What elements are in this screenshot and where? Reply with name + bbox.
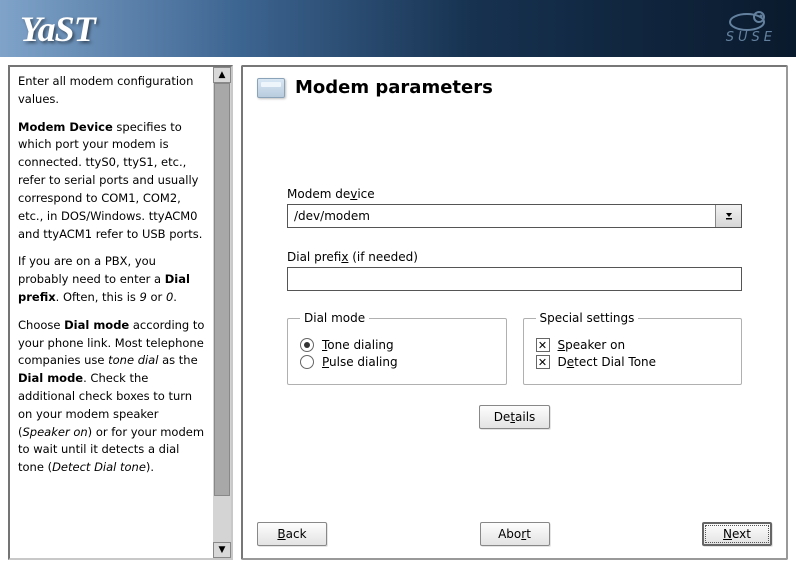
detect-dial-tone-checkbox[interactable]: ✕ Detect Dial Tone: [536, 355, 730, 369]
suse-lizard-icon: [727, 8, 775, 32]
chevron-down-icon: [724, 210, 734, 222]
speaker-on-checkbox[interactable]: ✕ Speaker on: [536, 338, 730, 352]
scroll-up-icon[interactable]: ▲: [213, 67, 231, 83]
dial-mode-group: Dial mode Tone dialing Pulse dialing: [287, 311, 507, 385]
next-button[interactable]: Next: [702, 522, 772, 546]
radio-checked-icon: [300, 338, 314, 352]
help-scrollbar[interactable]: ▲ ▼: [213, 67, 231, 558]
tone-dialing-radio[interactable]: Tone dialing: [300, 338, 494, 352]
suse-logo: SUSE: [726, 8, 776, 45]
details-button[interactable]: Details: [479, 405, 551, 429]
modem-device-value[interactable]: /dev/modem: [288, 205, 715, 227]
pulse-dialing-radio[interactable]: Pulse dialing: [300, 355, 494, 369]
app-header: YaST SUSE: [0, 0, 796, 57]
suse-text: SUSE: [726, 30, 776, 45]
dial-prefix-label: Dial prefix (if needed): [287, 250, 742, 264]
special-settings-group: Special settings ✕ Speaker on ✕ Detect D…: [523, 311, 743, 385]
dial-prefix-input[interactable]: [287, 267, 742, 291]
checkbox-checked-icon: ✕: [536, 355, 550, 369]
modem-device-combo[interactable]: /dev/modem: [287, 204, 742, 228]
checkbox-checked-icon: ✕: [536, 338, 550, 352]
help-panel: Enter all modem configuration values. Mo…: [8, 65, 233, 560]
help-text: Enter all modem configuration values. Mo…: [10, 67, 213, 558]
special-settings-legend: Special settings: [536, 311, 639, 325]
page-title: Modem parameters: [295, 77, 493, 98]
radio-unchecked-icon: [300, 355, 314, 369]
back-button[interactable]: Back: [257, 522, 327, 546]
scroll-thumb[interactable]: [214, 83, 230, 496]
scroll-down-icon[interactable]: ▼: [213, 542, 231, 558]
main-panel: Modem parameters Modem device /dev/modem…: [241, 65, 788, 560]
yast-logo: YaST: [20, 8, 95, 50]
dial-mode-legend: Dial mode: [300, 311, 369, 325]
combo-dropdown-button[interactable]: [715, 205, 741, 227]
modem-icon: [257, 78, 285, 98]
abort-button[interactable]: Abort: [480, 522, 550, 546]
modem-device-label: Modem device: [287, 187, 742, 201]
scroll-track[interactable]: [213, 83, 231, 542]
